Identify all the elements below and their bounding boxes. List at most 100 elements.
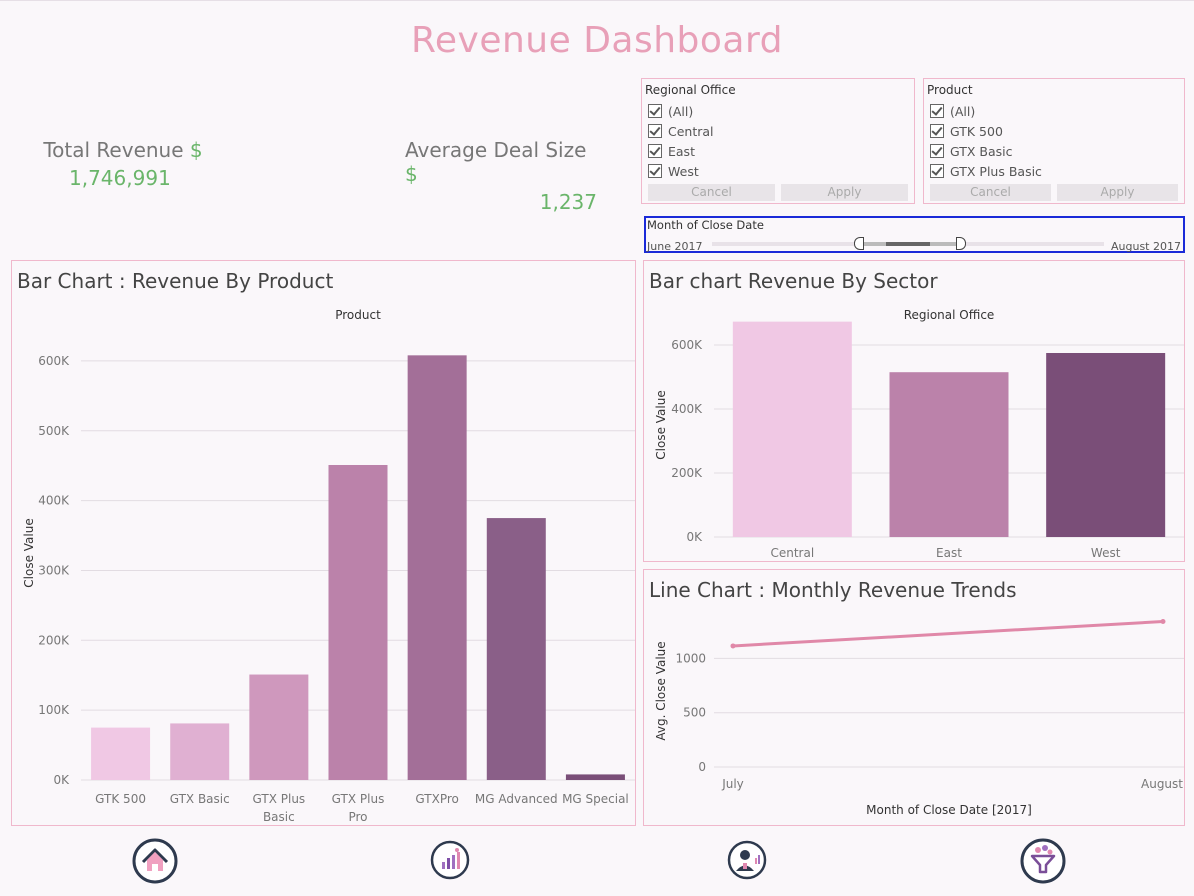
revenue-by-sector-panel: Bar chart Revenue By Sector Regional Off… xyxy=(643,260,1185,562)
option-label: GTK 500 xyxy=(950,123,1003,139)
kpi-avg-deal-value: 1,237 xyxy=(539,190,597,214)
x-axis-label: Month of Close Date [2017] xyxy=(866,803,1032,817)
product-cancel-button[interactable]: Cancel xyxy=(930,184,1051,201)
product-option-all[interactable]: (All) xyxy=(924,101,1184,121)
regional-office-filter-title: Regional Office xyxy=(645,83,736,97)
y-axis-label: Avg. Close Value xyxy=(654,641,668,740)
y-tick-label: 0K xyxy=(53,773,70,787)
revenue-by-product-chart: Product Close Value 0K 100K 200K 300K 400K 500K… xyxy=(22,308,635,824)
x-tick-label: August xyxy=(1141,777,1183,791)
regional-option-east[interactable]: East xyxy=(642,141,914,161)
slider-end-handle[interactable] xyxy=(956,237,966,250)
checkbox-icon[interactable] xyxy=(648,104,662,118)
data-point xyxy=(1160,619,1166,625)
x-tick-label: West xyxy=(1091,546,1121,560)
y-axis-label: Close Value xyxy=(22,518,36,587)
kpi-avg-deal: Average Deal Size $ 1,237 xyxy=(405,138,605,214)
kpi-avg-deal-label: Average Deal Size xyxy=(405,138,587,162)
product-filter-title: Product xyxy=(927,83,973,97)
checkbox-icon[interactable] xyxy=(648,124,662,138)
kpi-avg-deal-currency: $ xyxy=(405,162,418,186)
x-tick-label: GTK 500 xyxy=(95,792,146,806)
x-tick-label: Central xyxy=(770,546,814,560)
y-tick-label: 500 xyxy=(683,706,706,720)
checkbox-icon[interactable] xyxy=(648,144,662,158)
data-point xyxy=(730,643,736,649)
y-tick-label: 600K xyxy=(671,338,703,352)
bar xyxy=(170,723,230,780)
series-line xyxy=(732,620,1164,648)
bar xyxy=(328,464,388,780)
funnel-icon[interactable] xyxy=(1020,838,1066,884)
y-tick-label: 0K xyxy=(686,530,703,544)
product-apply-button[interactable]: Apply xyxy=(1057,184,1178,201)
y-tick-label: 200K xyxy=(38,633,70,647)
regional-cancel-button[interactable]: Cancel xyxy=(648,184,775,201)
checkbox-icon[interactable] xyxy=(930,164,944,178)
kpi-total-revenue-currency: $ xyxy=(189,138,203,162)
y-tick-label: 100K xyxy=(38,703,70,717)
checkbox-icon[interactable] xyxy=(930,144,944,158)
option-label: (All) xyxy=(668,103,694,119)
date-range-slider[interactable]: Month of Close Date June 2017 August 201… xyxy=(644,216,1185,253)
y-tick-label: 600K xyxy=(38,354,70,368)
y-tick-label: 300K xyxy=(38,563,70,577)
x-tick-label: Basic xyxy=(263,810,295,824)
option-label: West xyxy=(668,163,699,179)
option-label: GTX Basic xyxy=(950,143,1013,159)
checkbox-icon[interactable] xyxy=(648,164,662,178)
checkbox-icon[interactable] xyxy=(930,124,944,138)
slider-start-handle[interactable] xyxy=(854,237,864,250)
y-tick-label: 1000 xyxy=(675,651,706,665)
bar xyxy=(1046,353,1166,537)
slider-selected-core xyxy=(886,242,930,246)
option-label: GTX Plus Basic xyxy=(950,163,1042,179)
y-tick-label: 200K xyxy=(671,466,703,480)
monthly-revenue-trends-panel: Line Chart : Monthly Revenue Trends Avg.… xyxy=(643,569,1185,826)
regional-option-west[interactable]: West xyxy=(642,161,914,181)
date-slider-max-label: August 2017 xyxy=(1111,240,1181,253)
regional-apply-button[interactable]: Apply xyxy=(781,184,908,201)
sales-rep-icon[interactable] xyxy=(727,840,767,880)
product-option-gtk-500[interactable]: GTK 500 xyxy=(924,121,1184,141)
product-filter: Product (All) GTK 500 GTX Basic GTX Plus… xyxy=(923,78,1185,204)
bar xyxy=(565,774,625,780)
x-tick-label: Pro xyxy=(348,810,367,824)
x-tick-label: GTX Basic xyxy=(170,792,230,806)
option-label: Central xyxy=(668,123,714,139)
revenue-by-sector-chart: Regional Office Close Value 0K 200K 400K 600K… xyxy=(654,308,1184,560)
revenue-by-product-panel: Bar Chart : Revenue By Product Product Cl… xyxy=(11,260,636,826)
x-tick-label: July xyxy=(721,777,744,791)
home-icon[interactable] xyxy=(132,838,178,884)
product-option-gtx-plus-basic[interactable]: GTX Plus Basic xyxy=(924,161,1184,181)
dashboard-title: Revenue Dashboard xyxy=(410,20,784,61)
column-header: Regional Office xyxy=(904,308,995,322)
top-divider xyxy=(0,0,1194,1)
y-tick-label: 0 xyxy=(698,760,706,774)
x-tick-label: MG Advanced xyxy=(475,792,558,806)
regional-option-central[interactable]: Central xyxy=(642,121,914,141)
x-tick-label: GTX Plus xyxy=(332,792,385,806)
kpi-total-revenue: Total Revenue $ 1,746,991 xyxy=(38,138,208,190)
checkbox-icon[interactable] xyxy=(930,104,944,118)
product-option-gtx-basic[interactable]: GTX Basic xyxy=(924,141,1184,161)
kpi-total-revenue-label: Total Revenue xyxy=(43,138,184,162)
regional-option-all[interactable]: (All) xyxy=(642,101,914,121)
x-tick-label: GTX Plus xyxy=(253,792,306,806)
bar xyxy=(486,518,546,780)
monthly-revenue-trends-chart: Avg. Close Value 0 500 1000 July August Month … xyxy=(654,619,1184,817)
analytics-icon[interactable] xyxy=(430,840,470,880)
x-tick-label: GTXPro xyxy=(415,792,458,806)
option-label: (All) xyxy=(950,103,976,119)
x-tick-label: MG Special xyxy=(562,792,629,806)
option-label: East xyxy=(668,143,695,159)
bar xyxy=(889,372,1009,537)
date-slider-min-label: June 2017 xyxy=(647,240,703,253)
date-slider-title: Month of Close Date xyxy=(647,218,764,232)
column-header: Product xyxy=(335,308,381,322)
y-tick-label: 400K xyxy=(38,494,70,508)
kpi-total-revenue-value: 1,746,991 xyxy=(69,166,171,190)
regional-office-filter: Regional Office (All) Central East West … xyxy=(641,78,915,204)
y-tick-label: 400K xyxy=(671,402,703,416)
bar xyxy=(407,355,467,780)
